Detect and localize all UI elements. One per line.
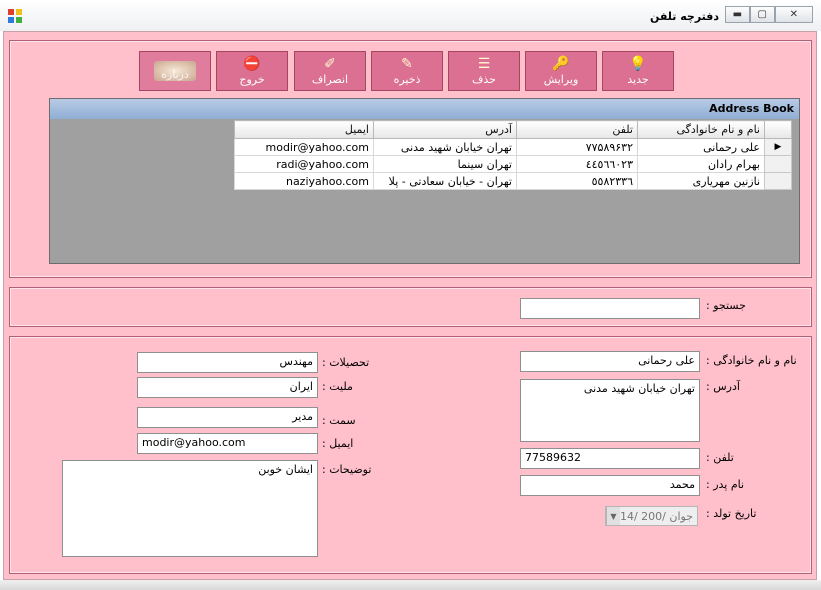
row-selector[interactable] (764, 172, 792, 190)
education-label: تحصیلات : (322, 356, 370, 369)
key-icon: 🔑 (552, 55, 570, 72)
table-row[interactable]: نازنین مهریاری ٥٥٨٢٣٣٦ تهران - خیابان سع… (234, 172, 792, 190)
grid-caption: Address Book (50, 99, 799, 119)
fullname-label: نام و نام خانوادگی : (706, 354, 797, 367)
position-field[interactable]: مدیر (137, 407, 318, 428)
search-input[interactable] (520, 298, 700, 319)
address-book-grid[interactable]: Address Book نام و نام خانوادگی تلفن آدر… (49, 98, 800, 264)
nationality-label: ملیت : (322, 380, 353, 393)
exit-button[interactable]: ⛔ خروج (216, 51, 288, 91)
maximize-button[interactable]: ▢ (749, 6, 775, 23)
phone-field[interactable]: 77589632 (520, 448, 700, 469)
column-header-email[interactable]: ایمیل (234, 120, 374, 139)
exit-icon: ⛔ (243, 55, 261, 72)
birthdate-value: 14/ جوان /200 (619, 509, 693, 523)
about-button[interactable]: درباره (139, 51, 211, 91)
notes-label: توضیحات : (322, 463, 372, 476)
birthdate-label: تاریخ تولد : (706, 507, 757, 520)
email-label: ایمیل : (322, 437, 354, 450)
address-table: نام و نام خانوادگی تلفن آدرس ایمیل ▶ علی… (234, 120, 792, 190)
father-name-label: نام پدر : (706, 478, 745, 491)
minimize-button[interactable]: ▬ (725, 6, 750, 23)
cell-phone[interactable]: ٥٥٨٢٣٣٦ (516, 172, 638, 190)
cell-email[interactable]: radi@yahoo.com (234, 155, 374, 173)
cell-address[interactable]: تهران - خیابان سعادتی - پلا (373, 172, 517, 190)
address-field[interactable]: تهران خیابان شهید مدنی (520, 379, 700, 442)
delete-button[interactable]: ☰ حذف (448, 51, 520, 91)
nationality-field[interactable]: ایران (137, 377, 318, 398)
row-header-corner (764, 120, 792, 139)
save-icon: ✎ (401, 55, 413, 72)
cancel-button[interactable]: ✐ انصراف (294, 51, 366, 91)
email-field[interactable]: modir@yahoo.com (137, 433, 318, 454)
save-button[interactable]: ✎ ذخیره (371, 51, 443, 91)
row-selector[interactable] (764, 155, 792, 173)
birthdate-picker[interactable]: ▼ 14/ جوان /200 (605, 506, 698, 526)
close-button[interactable]: ✕ (774, 6, 813, 23)
edit-button[interactable]: 🔑 ویرایش (525, 51, 597, 91)
table-row[interactable]: ▶ علی رحمانی ۷۷۵۸۹۶۳۲ تهران خیابان شهید … (234, 138, 792, 156)
table-row[interactable]: بهرام رادان ٤٤٥٦٦٠٢٣ تهران سینما radi@ya… (234, 155, 792, 173)
cell-phone[interactable]: ٤٤٥٦٦٠٢٣ (516, 155, 638, 173)
cell-address[interactable]: تهران سینما (373, 155, 517, 173)
search-label: جستجو : (706, 299, 746, 312)
cell-address[interactable]: تهران خیابان شهید مدنی (373, 138, 517, 156)
cancel-icon: ✐ (324, 55, 336, 72)
lightbulb-icon: 💡 (629, 55, 647, 72)
table-header-row: نام و نام خانوادگی تلفن آدرس ایمیل (234, 120, 792, 139)
cell-email[interactable]: modir@yahoo.com (234, 138, 374, 156)
cell-fullname[interactable]: علی رحمانی (637, 138, 765, 156)
cell-fullname[interactable]: نازنین مهریاری (637, 172, 765, 190)
education-field[interactable]: مهندس (137, 352, 318, 373)
row-selector-icon[interactable]: ▶ (764, 138, 792, 156)
cell-fullname[interactable]: بهرام رادان (637, 155, 765, 173)
new-button[interactable]: 💡 جدید (602, 51, 674, 91)
app-icon (8, 9, 22, 23)
fullname-field[interactable]: علی رحمانی (520, 351, 700, 372)
window-title: دفترچه تلفن (649, 10, 719, 23)
notes-field[interactable]: ایشان خوبن (62, 460, 318, 557)
delete-list-icon: ☰ (477, 55, 491, 72)
window-bottom-frame (0, 580, 821, 590)
phone-label: تلفن : (706, 451, 734, 464)
father-name-field[interactable]: محمد (520, 475, 700, 496)
column-header-phone[interactable]: تلفن (516, 120, 638, 139)
cell-email[interactable]: naziyahoo.com (234, 172, 374, 190)
cell-phone[interactable]: ۷۷۵۸۹۶۳۲ (516, 138, 638, 156)
column-header-address[interactable]: آدرس (373, 120, 517, 139)
chevron-down-icon[interactable]: ▼ (606, 507, 620, 525)
window-controls: ▬ ▢ ✕ (725, 6, 813, 23)
position-label: سمت : (322, 414, 356, 427)
address-label: آدرس : (706, 380, 740, 393)
column-header-fullname[interactable]: نام و نام خانوادگی (637, 120, 765, 139)
